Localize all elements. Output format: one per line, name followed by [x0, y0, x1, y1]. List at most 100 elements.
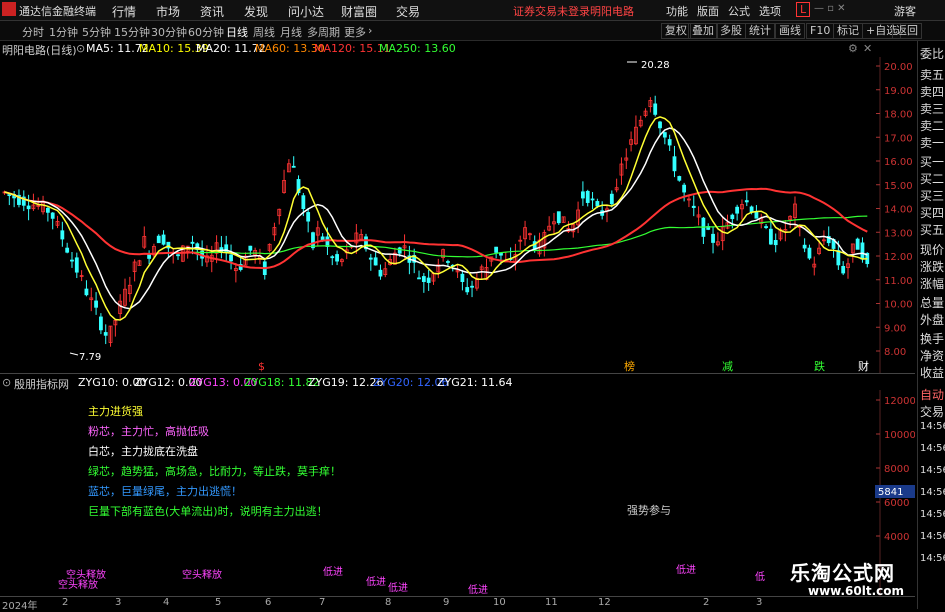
mark-button[interactable]: 标记 — [833, 23, 863, 39]
menu-ask[interactable]: 问小达 — [288, 3, 324, 20]
overlay-button[interactable]: 叠加 — [688, 23, 718, 39]
chart-marker: 减 — [722, 360, 733, 373]
candle-body — [735, 206, 740, 214]
candle-body — [190, 241, 195, 244]
side-label[interactable]: 买二 — [920, 170, 944, 187]
legend-line-6: 巨量下部有蓝色(大单流出)时，说明有主力出逃！ — [88, 505, 328, 518]
stats-button[interactable]: 统计 — [745, 23, 775, 39]
side-label[interactable]: 自动 — [920, 386, 944, 403]
period-weekly[interactable]: 周线 — [253, 24, 275, 40]
period-daily[interactable]: 日线 — [226, 24, 248, 40]
chart-gear-icon[interactable]: ⚙ — [848, 42, 858, 55]
chart-close-icon[interactable]: ✕ — [863, 42, 872, 55]
kline-chart[interactable]: 20.00 19.00 18.00 17.00 16.00 15.00 14.00 13.00… — [0, 57, 915, 373]
side-label[interactable]: 卖二 — [920, 117, 944, 134]
signal-label: 低 — [755, 572, 765, 583]
candle-body — [84, 288, 89, 296]
volume-badge: 5841 — [878, 487, 903, 498]
side-label[interactable]: 交易 — [920, 403, 944, 420]
more-chevron-icon[interactable]: › — [368, 24, 372, 37]
volume-tick-label: 4000 — [884, 532, 909, 543]
menu-options[interactable]: 选项 — [759, 3, 781, 19]
chart-marker: 财 — [858, 359, 869, 373]
menu-function[interactable]: 功能 — [666, 3, 688, 19]
date-tick: 2024年 — [2, 601, 38, 612]
candle-body — [711, 233, 715, 243]
f10-button[interactable]: F10 — [806, 23, 835, 39]
side-label[interactable]: 卖五 — [920, 66, 944, 83]
adjust-button[interactable]: 复权 — [661, 23, 691, 39]
date-tick: 6 — [265, 597, 272, 608]
side-label[interactable]: 买四 — [920, 204, 944, 221]
period-multi[interactable]: 多周期 — [307, 24, 340, 40]
candle-body — [26, 205, 31, 210]
period-5min[interactable]: 5分钟 — [82, 24, 111, 40]
period-15min[interactable]: 15分钟 — [114, 24, 150, 40]
signal-label: 低进 — [676, 565, 696, 576]
menu-quotes[interactable]: 行情 — [112, 3, 136, 20]
candle-body — [581, 191, 585, 199]
menu-trade[interactable]: 交易 — [396, 3, 420, 20]
volume-tick-label: 10000 — [884, 430, 915, 441]
period-30min[interactable]: 30分钟 — [151, 24, 187, 40]
date-tick: 10 — [493, 597, 506, 608]
menu-wealth[interactable]: 财富圈 — [341, 3, 377, 20]
side-label[interactable]: 涨幅 — [920, 275, 944, 292]
time-label: 14:56 — [920, 531, 945, 542]
side-label[interactable]: 涨跌 — [920, 258, 944, 275]
side-label[interactable]: 买三 — [920, 187, 944, 204]
period-timeshare[interactable]: 分时 — [22, 24, 44, 40]
menu-formula[interactable]: 公式 — [728, 3, 750, 19]
side-label[interactable]: 净资 — [920, 347, 944, 364]
menu-discover[interactable]: 发现 — [244, 3, 268, 20]
price-tick-label: 11.00 — [884, 276, 913, 287]
side-label[interactable]: 卖四 — [920, 83, 944, 100]
candle-body — [658, 121, 662, 129]
login-warning[interactable]: 证券交易未登录 — [513, 3, 590, 19]
candle-body — [754, 211, 759, 219]
side-label[interactable]: 卖一 — [920, 134, 944, 151]
candle-body — [585, 190, 590, 203]
side-label[interactable]: 委比 — [920, 45, 944, 62]
price-tick-label: 18.00 — [884, 110, 913, 121]
candle-body — [855, 238, 860, 250]
menu-news[interactable]: 资讯 — [200, 3, 224, 20]
user-label[interactable]: 游客 — [894, 3, 916, 19]
side-label[interactable]: 外盘 — [920, 311, 944, 328]
side-label[interactable]: 买一 — [920, 153, 944, 170]
period-monthly[interactable]: 月线 — [280, 24, 302, 40]
signal-label: 低进 — [468, 585, 488, 596]
side-label[interactable]: 总量 — [920, 294, 944, 311]
volume-tick-label: 8000 — [884, 464, 909, 475]
side-label[interactable]: 收益 — [920, 364, 944, 381]
candle-body — [662, 132, 667, 138]
candle-body — [595, 201, 600, 207]
period-more[interactable]: 更多 — [344, 24, 366, 40]
signal-label: 空头释放 — [58, 580, 98, 591]
side-label[interactable]: 现价 — [920, 241, 944, 258]
mode-badge[interactable]: L — [796, 2, 811, 17]
low-price-label: 7.79 — [79, 352, 101, 363]
candle-body — [335, 254, 339, 262]
side-label[interactable]: 买五 — [920, 221, 944, 238]
window-controls[interactable]: — ▫ ✕ — [814, 3, 846, 14]
candle-body — [860, 242, 865, 260]
chart-marker: $ — [258, 360, 265, 373]
menu-layout[interactable]: 版面 — [697, 3, 719, 19]
period-60min[interactable]: 60分钟 — [188, 24, 224, 40]
candle-body — [378, 269, 383, 277]
ma-toggle-icon[interactable]: ⊙ — [76, 42, 85, 55]
back-button[interactable]: 返回 — [892, 23, 922, 39]
indicator-toggle-icon[interactable]: ⊙ — [2, 376, 11, 389]
price-tick-label: 15.00 — [884, 181, 913, 192]
app-title: 通达信金融终端 — [19, 5, 96, 18]
legend-line-4: 绿芯，趋势猛，高场急，比耐力，等止跌，莫手痒！ — [88, 465, 341, 478]
menu-market[interactable]: 市场 — [156, 3, 180, 20]
app-logo[interactable] — [2, 2, 16, 16]
multi-stock-button[interactable]: 多股 — [716, 23, 746, 39]
draw-line-button[interactable]: 画线 — [775, 23, 805, 39]
side-label[interactable]: 换手 — [920, 330, 944, 347]
period-1min[interactable]: 1分钟 — [49, 24, 78, 40]
legend-line-1: 主力进货强 — [88, 405, 143, 418]
side-label[interactable]: 卖三 — [920, 100, 944, 117]
